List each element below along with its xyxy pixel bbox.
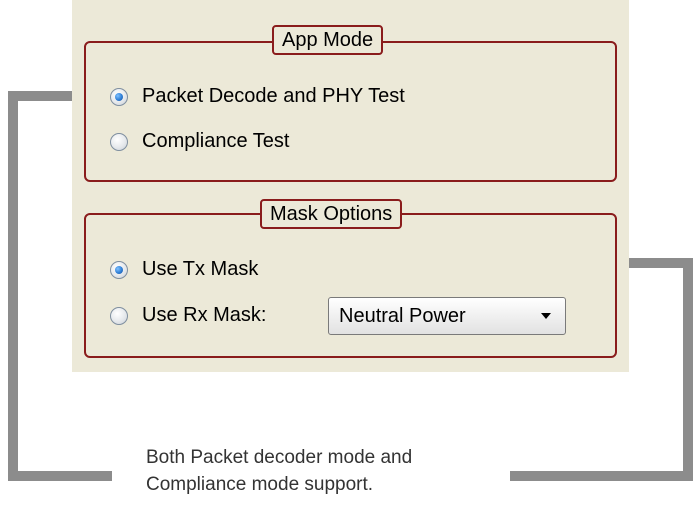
radio-selected-icon[interactable]: [110, 260, 128, 279]
rx-mask-dropdown[interactable]: Neutral Power: [328, 297, 566, 335]
radio-label: Use Tx Mask: [142, 258, 259, 280]
radio-unselected-icon[interactable]: [110, 132, 128, 151]
rx-mask-dropdown-value: Neutral Power: [339, 304, 466, 327]
left-connector-line: [8, 91, 18, 481]
radio-unselected-icon[interactable]: [110, 306, 128, 325]
left-connector-base: [8, 471, 112, 481]
right-connector-line: [683, 258, 693, 481]
radio-use-tx-mask[interactable]: Use Tx Mask: [110, 258, 258, 281]
right-connector-base: [510, 471, 693, 481]
caption-line-2: Compliance mode support.: [146, 474, 374, 495]
mask-options-legend: Mask Options: [260, 199, 403, 229]
radio-label: Use Rx Mask:: [142, 304, 267, 326]
radio-use-rx-mask[interactable]: Use Rx Mask:: [110, 304, 266, 327]
left-connector-top: [8, 91, 78, 101]
app-mode-legend: App Mode: [272, 25, 384, 55]
caption: Both Packet decoder mode and Compliance …: [146, 444, 412, 498]
caption-line-1: Both Packet decoder mode and: [146, 447, 413, 468]
radio-selected-icon[interactable]: [110, 87, 128, 106]
radio-packet-decode[interactable]: Packet Decode and PHY Test: [110, 85, 405, 108]
radio-label: Compliance Test: [142, 130, 290, 152]
chevron-down-icon[interactable]: [541, 313, 551, 319]
radio-compliance-test[interactable]: Compliance Test: [110, 130, 289, 153]
radio-label: Packet Decode and PHY Test: [142, 85, 405, 107]
app-mode-group: [84, 41, 617, 182]
mask-options-group: [84, 213, 617, 358]
